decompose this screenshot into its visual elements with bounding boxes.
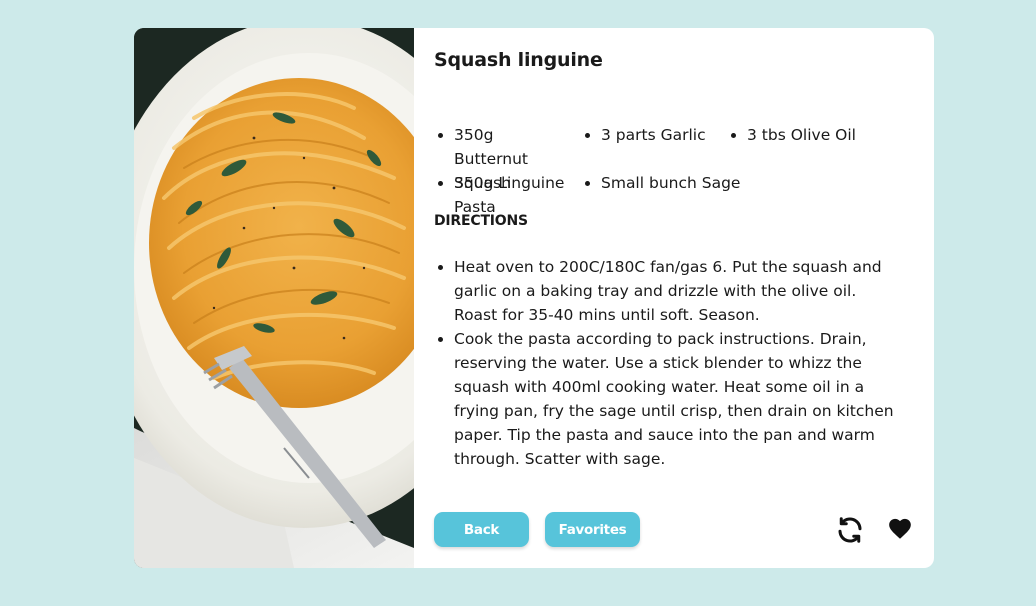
- recipe-photo: [134, 28, 414, 568]
- action-bar: Back Favorites: [434, 512, 914, 548]
- directions-heading: DIRECTIONS: [434, 213, 528, 229]
- ingredient-item: 3 parts Garlic: [581, 123, 727, 147]
- ingredient-item: Small bunch Sage: [581, 171, 781, 195]
- recipe-card: Squash linguine 350g Butternut Squash 3 …: [134, 28, 934, 568]
- directions-list: Heat oven to 200C/180C fan/gas 6. Put th…: [434, 255, 894, 471]
- back-button[interactable]: Back: [434, 512, 529, 547]
- direction-step: Cook the pasta according to pack instruc…: [434, 327, 894, 471]
- recipe-title: Squash linguine: [434, 49, 603, 71]
- ingredient-item: 3 tbs Olive Oil: [727, 123, 907, 147]
- heart-icon[interactable]: [885, 515, 915, 545]
- refresh-icon[interactable]: [835, 515, 865, 545]
- direction-step: Heat oven to 200C/180C fan/gas 6. Put th…: [434, 255, 894, 327]
- recipe-content: Squash linguine 350g Butternut Squash 3 …: [414, 28, 934, 568]
- ingredient-item: 350g Linguine Pasta: [434, 171, 572, 219]
- favorites-button[interactable]: Favorites: [545, 512, 640, 547]
- ingredients-list: 350g Butternut Squash 3 parts Garlic 3 t…: [434, 123, 904, 219]
